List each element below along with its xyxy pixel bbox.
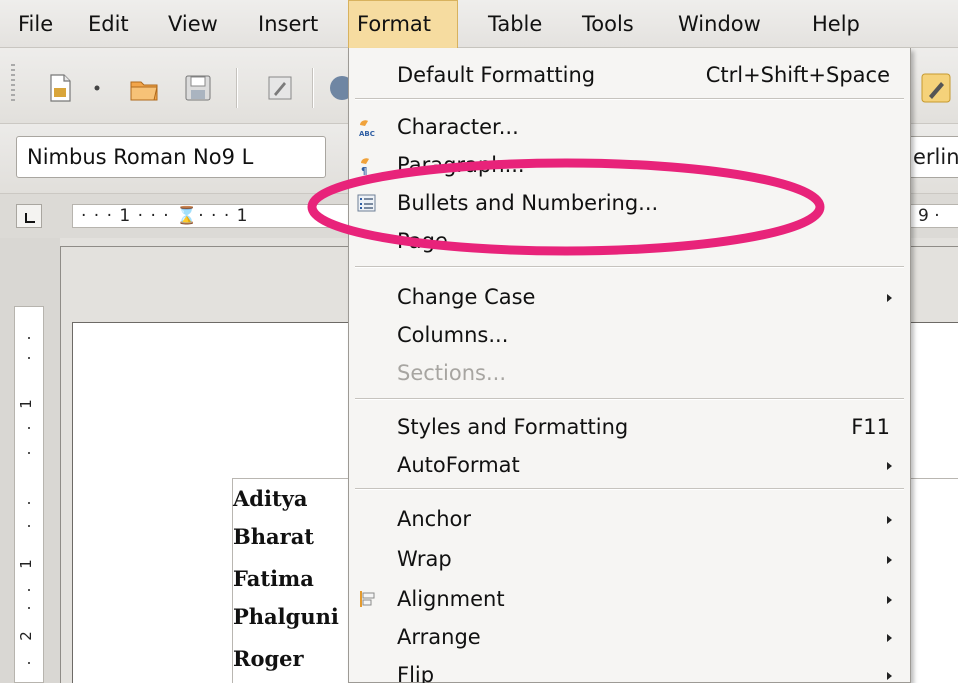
menu-item-sections: Sections...: [349, 354, 910, 392]
menu-item-label: Default Formatting: [397, 63, 596, 87]
ruler-number: 2: [16, 631, 35, 641]
submenu-arrow-icon: [887, 596, 892, 604]
menu-file[interactable]: File: [10, 0, 61, 48]
ruler-tick: [28, 452, 30, 454]
menu-item-autoformat[interactable]: AutoFormat: [349, 446, 910, 484]
menu-separator: [355, 266, 904, 268]
menu-item-styles-and-formatting[interactable]: Styles and Formatting F11: [349, 408, 910, 446]
menu-item-label: Columns...: [397, 323, 509, 347]
ruler-tick: [28, 662, 30, 664]
menu-item-label: Styles and Formatting: [397, 415, 629, 439]
menu-item-default-formatting[interactable]: Default Formatting Ctrl+Shift+Space: [349, 56, 910, 94]
document-text-line[interactable]: Roger: [233, 644, 304, 674]
edit-file-icon[interactable]: [264, 72, 296, 104]
bullets-numbering-icon: [357, 194, 376, 212]
submenu-arrow-icon: [887, 556, 892, 564]
ruler-number: 1: [16, 399, 35, 409]
menu-tools[interactable]: Tools: [574, 0, 642, 48]
menu-item-label: Alignment: [397, 587, 505, 611]
toolbar-grip[interactable]: [11, 64, 15, 104]
tab-stop-selector[interactable]: [16, 204, 42, 228]
ruler-tick: [28, 427, 30, 429]
alignment-icon: [360, 591, 375, 607]
menu-item-anchor[interactable]: Anchor: [349, 500, 910, 538]
ruler-tick: [28, 589, 30, 591]
document-text-line[interactable]: Fatima: [233, 564, 314, 594]
menu-item-arrange[interactable]: Arrange: [349, 618, 910, 656]
menu-item-label: Character...: [397, 115, 519, 139]
menu-bar: File Edit View Insert Format Table Tools…: [0, 0, 958, 48]
ruler-tick: [28, 502, 30, 504]
menu-item-label: Bullets and Numbering...: [397, 191, 659, 215]
ruler-marks: · · · 1 · · · ⌛· · · 1: [81, 206, 249, 226]
menu-window[interactable]: Window: [670, 0, 769, 48]
svg-text:ABC: ABC: [359, 130, 375, 137]
new-document-icon[interactable]: [44, 72, 76, 104]
menu-insert[interactable]: Insert: [250, 0, 326, 48]
menu-item-label: Change Case: [397, 285, 536, 309]
menu-item-bullets-and-numbering[interactable]: Bullets and Numbering...: [349, 184, 910, 222]
menu-item-change-case[interactable]: Change Case: [349, 278, 910, 316]
open-folder-icon[interactable]: [128, 72, 160, 104]
menu-separator: [355, 98, 904, 100]
menu-item-flip[interactable]: Flip: [349, 656, 910, 683]
character-icon: ABC: [359, 120, 375, 137]
save-icon[interactable]: [182, 72, 214, 104]
menu-item-label: AutoFormat: [397, 453, 520, 477]
menu-help[interactable]: Help: [804, 0, 868, 48]
menu-item-alignment[interactable]: Alignment: [349, 580, 910, 618]
menu-item-character[interactable]: ABC Character...: [349, 108, 910, 146]
submenu-arrow-icon: [887, 516, 892, 524]
menu-item-shortcut: Ctrl+Shift+Space: [705, 63, 890, 87]
menu-item-label: Flip: [397, 663, 435, 683]
submenu-arrow-icon: [887, 462, 892, 470]
vertical-ruler[interactable]: 1 1 2: [14, 306, 44, 683]
ruler-marks-right: 9 ·: [918, 206, 940, 226]
page-outline-left: [60, 246, 61, 683]
toolbar-separator: [236, 68, 237, 108]
menu-separator: [355, 488, 904, 490]
svg-text:¶: ¶: [361, 166, 367, 175]
menu-item-label: Anchor: [397, 507, 472, 531]
paragraph-icon: ¶: [361, 158, 369, 175]
toolbar-separator: [312, 68, 313, 108]
font-name-combobox[interactable]: Nimbus Roman No9 L: [16, 136, 326, 178]
menu-item-label: Wrap: [397, 547, 452, 571]
document-text-line[interactable]: Bharat: [233, 522, 314, 552]
ruler-tick: [28, 525, 30, 527]
menu-item-columns[interactable]: Columns...: [349, 316, 910, 354]
menu-format[interactable]: Format: [348, 0, 458, 48]
ruler-number: 1: [16, 559, 35, 569]
ruler-tick: [28, 607, 30, 609]
menu-item-page[interactable]: Page...: [349, 222, 910, 260]
menu-item-shortcut: F11: [851, 415, 890, 439]
menu-table[interactable]: Table: [480, 0, 550, 48]
submenu-arrow-icon: [887, 672, 892, 680]
document-text-line[interactable]: Phalguni: [233, 602, 339, 632]
menu-item-label: Page...: [397, 229, 468, 253]
ruler-tick: [28, 337, 30, 339]
menu-item-label: Arrange: [397, 625, 481, 649]
menu-item-wrap[interactable]: Wrap: [349, 540, 910, 578]
menu-item-paragraph[interactable]: ¶ Paragraph...: [349, 146, 910, 184]
submenu-arrow-icon: [887, 294, 892, 302]
font-style-combobox[interactable]: erlin: [910, 136, 958, 178]
new-dropdown-arrow-icon[interactable]: [92, 84, 102, 92]
format-menu: Default Formatting Ctrl+Shift+Space ABC …: [348, 48, 911, 683]
menu-item-label: Sections...: [397, 361, 506, 385]
menu-view[interactable]: View: [160, 0, 226, 48]
menu-separator: [355, 398, 904, 400]
ruler-tick: [28, 357, 30, 359]
draw-functions-icon[interactable]: [920, 72, 952, 104]
menu-edit[interactable]: Edit: [80, 0, 137, 48]
menu-item-label: Paragraph...: [397, 153, 525, 177]
submenu-arrow-icon: [887, 634, 892, 642]
document-text-line[interactable]: Aditya: [233, 484, 307, 514]
